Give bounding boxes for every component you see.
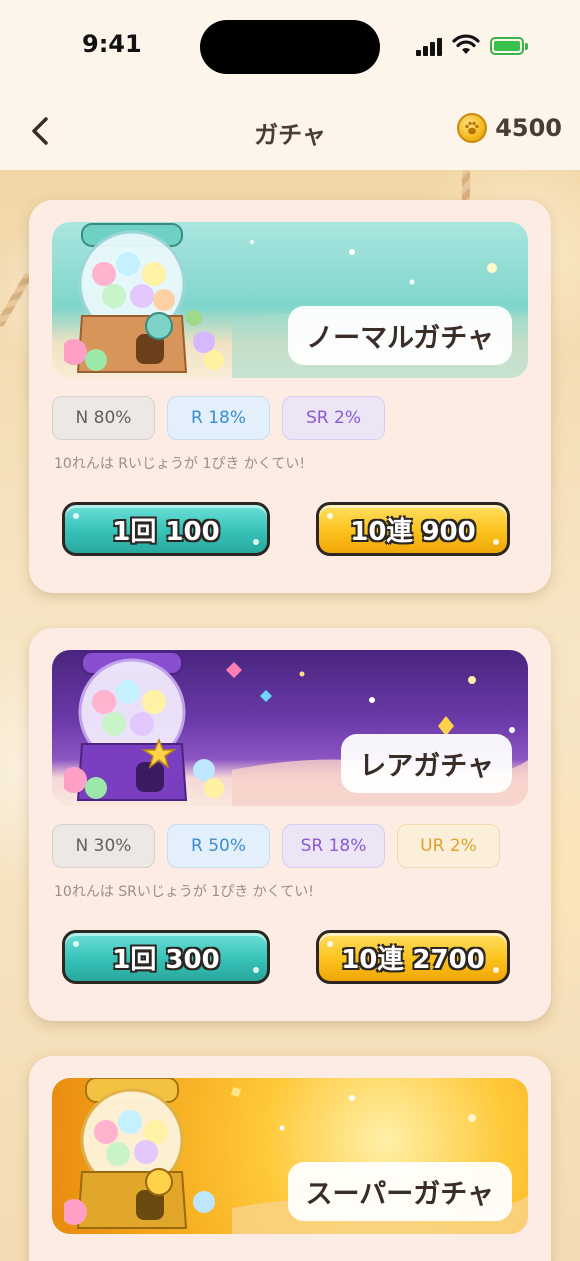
gacha-card-rare: レアガチャ N 30% R 50% SR 18% UR 2% 10れんは SRい… [29,628,551,1021]
pull-single-button[interactable]: 1回 100 [62,502,270,556]
guarantee-note: 10れんは Rいじょうが 1ぴき かくてい! [54,456,305,472]
pull-multi-button[interactable]: 10連 2700 [316,930,510,984]
battery-icon [490,37,528,55]
header: ガチャ 4500 [0,95,580,170]
pull-single-button[interactable]: 1回 300 [62,930,270,984]
paw-coin-icon [457,113,488,143]
status-bar: 9:41 [0,0,580,95]
rate-list: N 30% R 50% SR 18% UR 2% [52,824,500,868]
gacha-title-rare: レアガチャ [341,734,512,793]
guarantee-note: 10れんは SRいじょうが 1ぴき かくてい! [54,884,314,900]
wifi-icon [452,34,480,54]
rate-badge-sr: SR 18% [282,824,385,868]
rate-badge-n: N 80% [52,396,155,440]
status-time: 9:41 [82,30,142,58]
rate-badge-n: N 30% [52,824,155,868]
rate-badge-r: R 50% [167,824,270,868]
gacha-banner-super[interactable]: スーパーガチャ [52,1078,528,1234]
pull-multi-button[interactable]: 10連 900 [316,502,510,556]
gacha-machine-normal-icon [64,223,224,373]
rate-badge-sr: SR 2% [282,396,385,440]
rate-badge-ur: UR 2% [397,824,500,868]
coin-balance: 4500 [457,113,562,143]
gacha-banner-normal[interactable]: ノーマルガチャ [52,222,528,378]
gacha-card-normal: ノーマルガチャ N 80% R 18% SR 2% 10れんは Rいじょうが 1… [29,200,551,593]
dynamic-island [200,20,380,74]
rate-list: N 80% R 18% SR 2% [52,396,385,440]
gacha-banner-rare[interactable]: レアガチャ [52,650,528,806]
gacha-card-super: スーパーガチャ [29,1056,551,1261]
signal-icon [416,36,444,56]
coin-count: 4500 [495,114,562,142]
gacha-machine-rare-icon [64,651,224,801]
rate-badge-r: R 18% [167,396,270,440]
gacha-machine-super-icon [64,1078,215,1229]
pull-single-label: 1回 100 [112,516,220,547]
gacha-title-normal: ノーマルガチャ [288,306,512,365]
pull-single-label: 1回 300 [112,944,220,975]
pull-multi-label: 10連 2700 [341,944,485,975]
gacha-title-super: スーパーガチャ [287,1162,512,1221]
pull-multi-label: 10連 900 [350,516,476,547]
